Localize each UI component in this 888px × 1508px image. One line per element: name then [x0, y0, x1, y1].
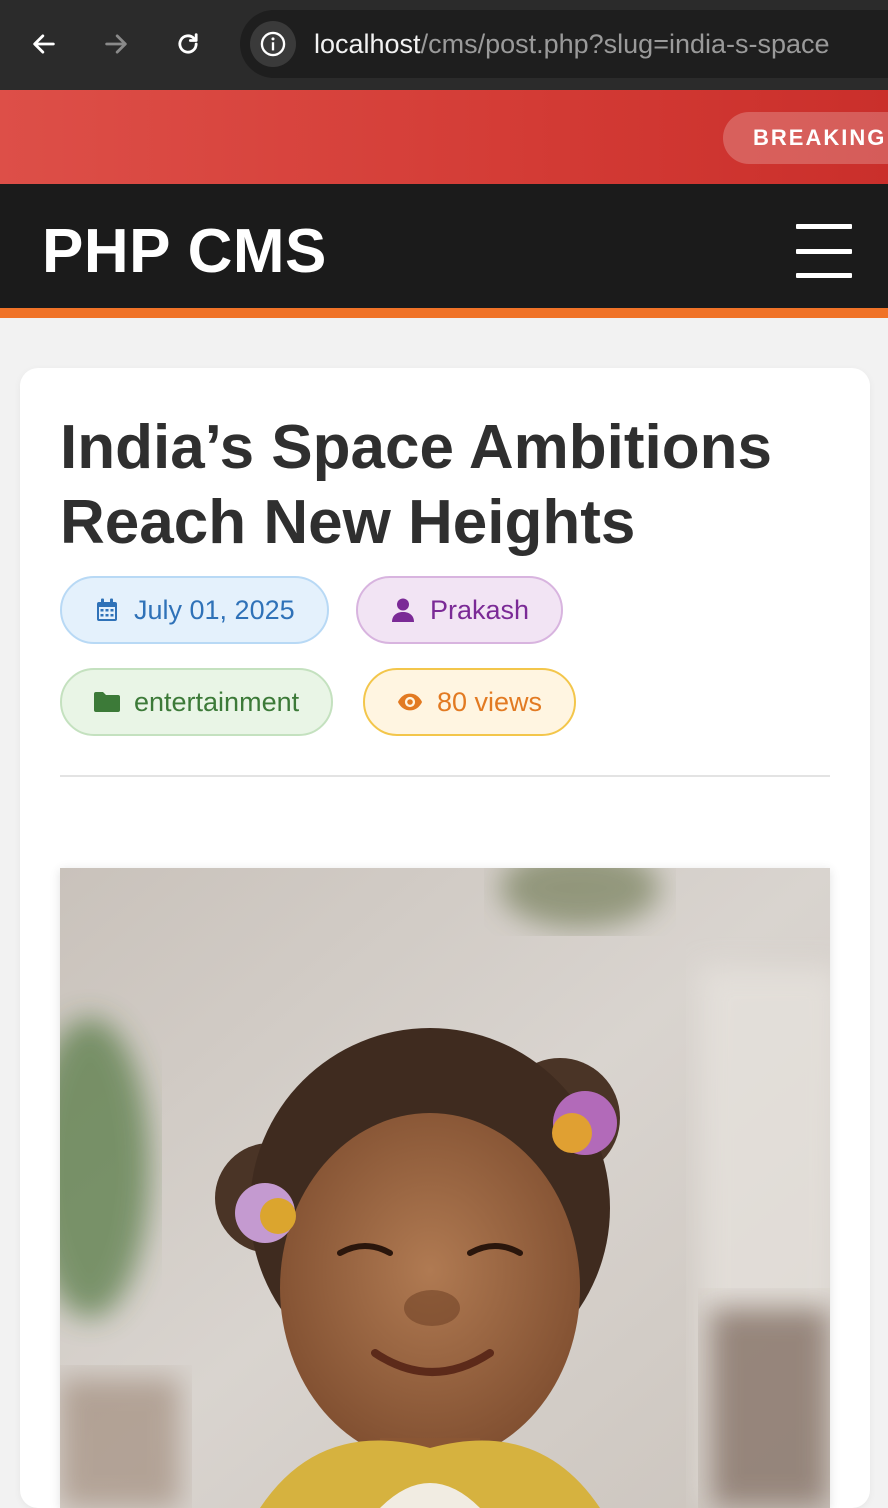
breaking-news-bar: BREAKING: [0, 90, 888, 184]
post-card: India’s Space Ambitions Reach New Height…: [20, 368, 870, 1508]
post-date: July 01, 2025: [134, 594, 295, 625]
breaking-badge: BREAKING: [723, 112, 888, 164]
site-logo[interactable]: PHP CMS: [42, 216, 327, 287]
hamburger-icon-line: [796, 273, 852, 278]
featured-image: [60, 868, 830, 1508]
hamburger-icon-line: [796, 248, 852, 254]
calendar-icon: [94, 597, 120, 623]
post-category: entertainment: [134, 686, 300, 717]
forward-button[interactable]: [94, 22, 138, 66]
post-views: 80 views: [437, 686, 543, 717]
post-category-badge[interactable]: entertainment: [60, 668, 334, 736]
post-title: India’s Space Ambitions Reach New Height…: [60, 413, 773, 557]
back-button[interactable]: [22, 22, 66, 66]
url-path: /cms/post.php?slug=india-s-space: [420, 28, 830, 59]
reload-icon: [178, 33, 198, 54]
menu-toggle-button[interactable]: [796, 224, 852, 278]
url-text[interactable]: localhost/cms/post.php?slug=india-s-spac…: [314, 29, 830, 60]
post-views-badge: 80 views: [363, 668, 577, 736]
browser-toolbar: localhost/cms/post.php?slug=india-s-spac…: [0, 0, 888, 90]
arrow-left-icon: [33, 34, 55, 54]
site-info-button[interactable]: [250, 21, 296, 67]
site-header: PHP CMS: [0, 184, 888, 318]
reload-button[interactable]: [166, 22, 210, 66]
user-icon: [390, 597, 416, 623]
address-bar[interactable]: localhost/cms/post.php?slug=india-s-spac…: [240, 10, 888, 78]
info-icon: [260, 31, 286, 57]
post-date-badge: July 01, 2025: [60, 576, 329, 644]
folder-icon: [94, 689, 120, 715]
eye-icon: [397, 689, 423, 715]
meta-divider: [60, 775, 830, 777]
hamburger-icon: [796, 224, 852, 229]
post-author: Prakash: [430, 594, 530, 625]
url-host: localhost: [314, 28, 421, 59]
arrow-right-icon: [105, 34, 127, 54]
post-author-badge[interactable]: Prakash: [356, 576, 564, 644]
